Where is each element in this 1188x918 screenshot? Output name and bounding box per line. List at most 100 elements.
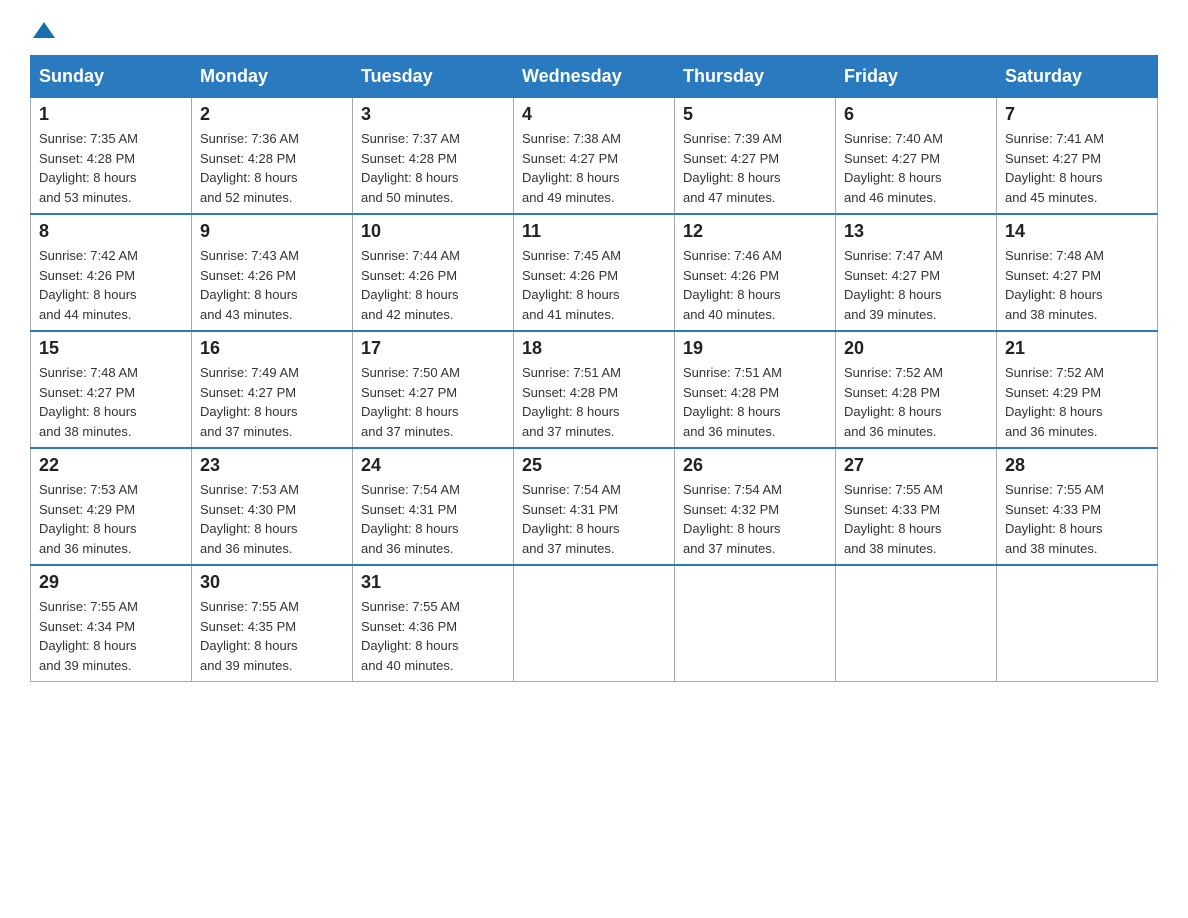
day-info: Sunrise: 7:50 AMSunset: 4:27 PMDaylight:… xyxy=(361,363,505,441)
day-number: 13 xyxy=(844,221,988,242)
logo-line1 xyxy=(30,20,55,45)
day-info: Sunrise: 7:37 AMSunset: 4:28 PMDaylight:… xyxy=(361,129,505,207)
calendar-week-row: 15 Sunrise: 7:48 AMSunset: 4:27 PMDayligh… xyxy=(31,331,1158,448)
calendar-header-tuesday: Tuesday xyxy=(353,56,514,98)
day-info: Sunrise: 7:55 AMSunset: 4:36 PMDaylight:… xyxy=(361,597,505,675)
day-info: Sunrise: 7:42 AMSunset: 4:26 PMDaylight:… xyxy=(39,246,183,324)
day-number: 19 xyxy=(683,338,827,359)
day-info: Sunrise: 7:55 AMSunset: 4:35 PMDaylight:… xyxy=(200,597,344,675)
calendar-cell: 4Sunrise: 7:38 AMSunset: 4:27 PMDaylight… xyxy=(514,98,675,215)
calendar-cell: 20 Sunrise: 7:52 AMSunset: 4:28 PMDayligh… xyxy=(836,331,997,448)
day-number: 26 xyxy=(683,455,827,476)
day-info: Sunrise: 7:48 AMSunset: 4:27 PMDaylight:… xyxy=(39,363,183,441)
calendar-cell: 9Sunrise: 7:43 AMSunset: 4:26 PMDaylight… xyxy=(192,214,353,331)
calendar-cell: 17 Sunrise: 7:50 AMSunset: 4:27 PMDayligh… xyxy=(353,331,514,448)
day-number: 29 xyxy=(39,572,183,593)
day-info: Sunrise: 7:54 AMSunset: 4:31 PMDaylight:… xyxy=(361,480,505,558)
day-number: 2 xyxy=(200,104,344,125)
day-number: 4 xyxy=(522,104,666,125)
day-number: 16 xyxy=(200,338,344,359)
day-number: 27 xyxy=(844,455,988,476)
day-number: 8 xyxy=(39,221,183,242)
logo-triangle-icon xyxy=(33,20,55,40)
calendar-cell: 15 Sunrise: 7:48 AMSunset: 4:27 PMDayligh… xyxy=(31,331,192,448)
day-info: Sunrise: 7:36 AMSunset: 4:28 PMDaylight:… xyxy=(200,129,344,207)
calendar-cell: 23Sunrise: 7:53 AMSunset: 4:30 PMDayligh… xyxy=(192,448,353,565)
calendar-header-saturday: Saturday xyxy=(997,56,1158,98)
day-info: Sunrise: 7:55 AMSunset: 4:33 PMDaylight:… xyxy=(844,480,988,558)
calendar-cell: 5Sunrise: 7:39 AMSunset: 4:27 PMDaylight… xyxy=(675,98,836,215)
day-number: 17 xyxy=(361,338,505,359)
calendar-cell: 1 Sunrise: 7:35 AMSunset: 4:28 PMDaylight… xyxy=(31,98,192,215)
calendar-week-row: 8 Sunrise: 7:42 AMSunset: 4:26 PMDaylight… xyxy=(31,214,1158,331)
day-info: Sunrise: 7:54 AMSunset: 4:31 PMDaylight:… xyxy=(522,480,666,558)
day-info: Sunrise: 7:53 AMSunset: 4:29 PMDaylight:… xyxy=(39,480,183,558)
day-info: Sunrise: 7:55 AMSunset: 4:34 PMDaylight:… xyxy=(39,597,183,675)
day-info: Sunrise: 7:46 AMSunset: 4:26 PMDaylight:… xyxy=(683,246,827,324)
calendar-week-row: 22 Sunrise: 7:53 AMSunset: 4:29 PMDayligh… xyxy=(31,448,1158,565)
calendar-cell: 12 Sunrise: 7:46 AMSunset: 4:26 PMDayligh… xyxy=(675,214,836,331)
logo xyxy=(30,20,55,45)
day-info: Sunrise: 7:45 AMSunset: 4:26 PMDaylight:… xyxy=(522,246,666,324)
day-number: 28 xyxy=(1005,455,1149,476)
day-info: Sunrise: 7:51 AMSunset: 4:28 PMDaylight:… xyxy=(683,363,827,441)
calendar-cell: 21Sunrise: 7:52 AMSunset: 4:29 PMDayligh… xyxy=(997,331,1158,448)
calendar-header-friday: Friday xyxy=(836,56,997,98)
day-info: Sunrise: 7:35 AMSunset: 4:28 PMDaylight:… xyxy=(39,129,183,207)
calendar-cell: 26 Sunrise: 7:54 AMSunset: 4:32 PMDayligh… xyxy=(675,448,836,565)
day-number: 5 xyxy=(683,104,827,125)
day-number: 24 xyxy=(361,455,505,476)
page-header xyxy=(30,20,1158,45)
day-info: Sunrise: 7:43 AMSunset: 4:26 PMDaylight:… xyxy=(200,246,344,324)
day-number: 22 xyxy=(39,455,183,476)
calendar-header-monday: Monday xyxy=(192,56,353,98)
day-number: 15 xyxy=(39,338,183,359)
calendar-header-thursday: Thursday xyxy=(675,56,836,98)
day-info: Sunrise: 7:52 AMSunset: 4:28 PMDaylight:… xyxy=(844,363,988,441)
day-info: Sunrise: 7:52 AMSunset: 4:29 PMDaylight:… xyxy=(1005,363,1149,441)
calendar-week-row: 1 Sunrise: 7:35 AMSunset: 4:28 PMDaylight… xyxy=(31,98,1158,215)
calendar-cell: 27 Sunrise: 7:55 AMSunset: 4:33 PMDayligh… xyxy=(836,448,997,565)
calendar-cell: 13 Sunrise: 7:47 AMSunset: 4:27 PMDayligh… xyxy=(836,214,997,331)
day-number: 6 xyxy=(844,104,988,125)
calendar-cell: 3 Sunrise: 7:37 AMSunset: 4:28 PMDaylight… xyxy=(353,98,514,215)
calendar-cell: 18Sunrise: 7:51 AMSunset: 4:28 PMDayligh… xyxy=(514,331,675,448)
day-info: Sunrise: 7:55 AMSunset: 4:33 PMDaylight:… xyxy=(1005,480,1149,558)
calendar-cell xyxy=(997,565,1158,682)
calendar-cell: 25 Sunrise: 7:54 AMSunset: 4:31 PMDayligh… xyxy=(514,448,675,565)
calendar-header-sunday: Sunday xyxy=(31,56,192,98)
calendar-cell: 29 Sunrise: 7:55 AMSunset: 4:34 PMDayligh… xyxy=(31,565,192,682)
day-number: 10 xyxy=(361,221,505,242)
day-info: Sunrise: 7:47 AMSunset: 4:27 PMDaylight:… xyxy=(844,246,988,324)
calendar-week-row: 29 Sunrise: 7:55 AMSunset: 4:34 PMDayligh… xyxy=(31,565,1158,682)
day-info: Sunrise: 7:54 AMSunset: 4:32 PMDaylight:… xyxy=(683,480,827,558)
day-number: 25 xyxy=(522,455,666,476)
day-number: 14 xyxy=(1005,221,1149,242)
calendar-table: SundayMondayTuesdayWednesdayThursdayFrid… xyxy=(30,55,1158,682)
day-number: 20 xyxy=(844,338,988,359)
calendar-cell: 31Sunrise: 7:55 AMSunset: 4:36 PMDayligh… xyxy=(353,565,514,682)
calendar-cell xyxy=(836,565,997,682)
calendar-header-wednesday: Wednesday xyxy=(514,56,675,98)
calendar-cell: 22 Sunrise: 7:53 AMSunset: 4:29 PMDayligh… xyxy=(31,448,192,565)
day-info: Sunrise: 7:44 AMSunset: 4:26 PMDaylight:… xyxy=(361,246,505,324)
calendar-cell: 7Sunrise: 7:41 AMSunset: 4:27 PMDaylight… xyxy=(997,98,1158,215)
calendar-cell: 11 Sunrise: 7:45 AMSunset: 4:26 PMDayligh… xyxy=(514,214,675,331)
day-info: Sunrise: 7:53 AMSunset: 4:30 PMDaylight:… xyxy=(200,480,344,558)
calendar-cell: 28 Sunrise: 7:55 AMSunset: 4:33 PMDayligh… xyxy=(997,448,1158,565)
calendar-cell: 8 Sunrise: 7:42 AMSunset: 4:26 PMDaylight… xyxy=(31,214,192,331)
day-number: 3 xyxy=(361,104,505,125)
calendar-cell: 10 Sunrise: 7:44 AMSunset: 4:26 PMDayligh… xyxy=(353,214,514,331)
day-info: Sunrise: 7:41 AMSunset: 4:27 PMDaylight:… xyxy=(1005,129,1149,207)
calendar-header-row: SundayMondayTuesdayWednesdayThursdayFrid… xyxy=(31,56,1158,98)
day-info: Sunrise: 7:51 AMSunset: 4:28 PMDaylight:… xyxy=(522,363,666,441)
day-number: 11 xyxy=(522,221,666,242)
calendar-cell: 14Sunrise: 7:48 AMSunset: 4:27 PMDayligh… xyxy=(997,214,1158,331)
calendar-cell xyxy=(514,565,675,682)
calendar-cell: 16Sunrise: 7:49 AMSunset: 4:27 PMDayligh… xyxy=(192,331,353,448)
logo-wrapper xyxy=(30,20,55,45)
day-number: 1 xyxy=(39,104,183,125)
calendar-cell: 2 Sunrise: 7:36 AMSunset: 4:28 PMDaylight… xyxy=(192,98,353,215)
calendar-cell: 30Sunrise: 7:55 AMSunset: 4:35 PMDayligh… xyxy=(192,565,353,682)
day-number: 12 xyxy=(683,221,827,242)
